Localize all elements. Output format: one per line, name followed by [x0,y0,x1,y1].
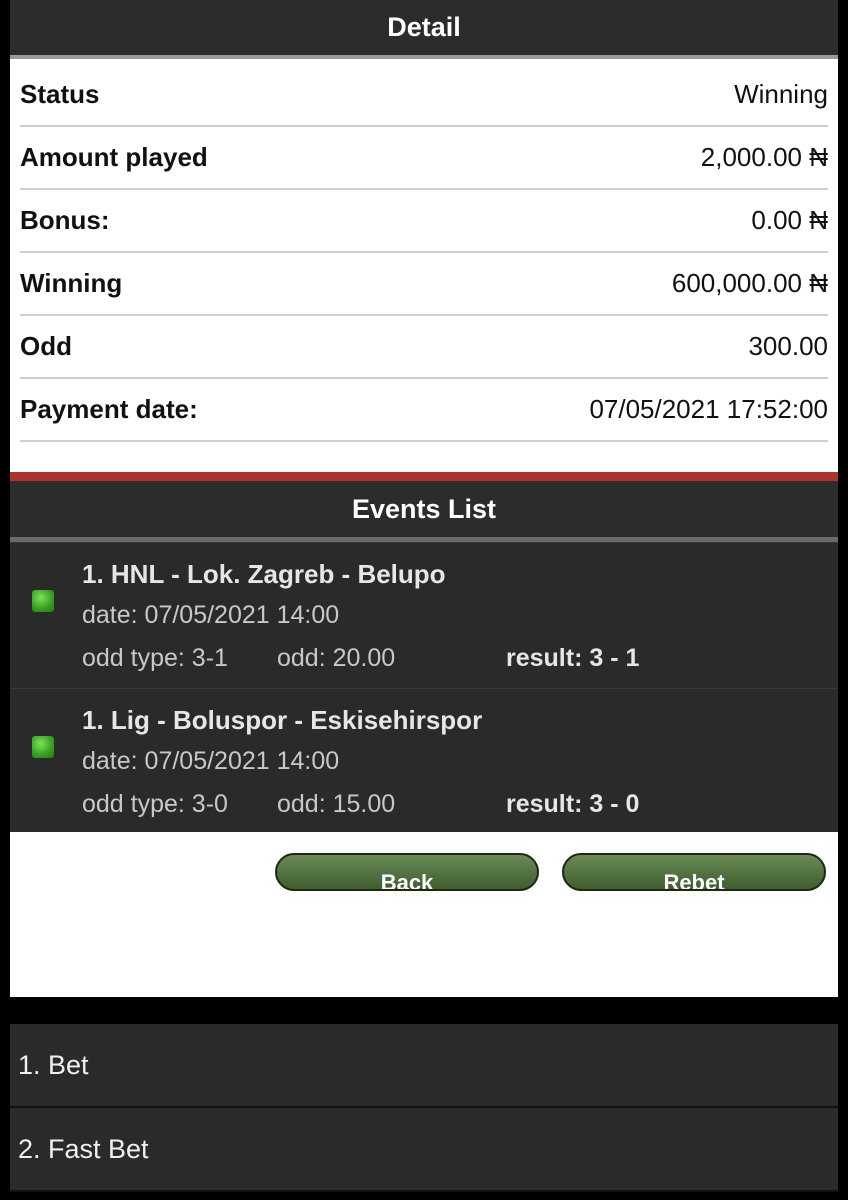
detail-value: 0.00 ₦ [751,205,828,235]
event-result: result: 3 - 0 [506,790,640,818]
detail-value: Winning [734,79,828,109]
detail-label: Amount played [20,142,208,172]
event-result: result: 3 - 1 [506,644,640,672]
detail-row-bonus: Bonus: 0.00 ₦ [20,190,828,253]
detail-value: 2,000.00 ₦ [700,142,828,172]
detail-row-winning: Winning 600,000.00 ₦ [20,253,828,316]
menu-item-bet[interactable]: 1. Bet [10,1024,838,1108]
green-square-icon [32,590,54,612]
detail-row-odd: Odd 300.00 [20,316,828,379]
detail-label: Status [20,79,100,109]
detail-label: Payment date: [20,394,198,424]
event-item[interactable]: 1. HNL - Lok. Zagreb - Belupo date: 07/0… [10,542,838,688]
detail-value: 300.00 [748,331,828,361]
event-odd-type: odd type: 3-1 [82,644,228,672]
event-odd: odd: 15.00 [277,790,396,818]
event-date: date: 07/05/2021 14:00 [82,747,340,775]
events-header: Events List [10,481,838,537]
content-frame: Detail Status Winning Amount played 2,00… [10,0,838,997]
detail-row-amount-played: Amount played 2,000.00 ₦ [20,127,828,190]
detail-list: Status Winning Amount played 2,000.00 ₦ … [20,64,828,442]
rebet-button[interactable]: Rebet [562,853,826,891]
event-title: 1. Lig - Boluspor - Eskisehirspor [82,705,483,735]
detail-header: Detail [10,0,838,55]
green-square-icon [32,736,54,758]
event-date: date: 07/05/2021 14:00 [82,601,340,629]
detail-value: 600,000.00 ₦ [671,268,828,298]
event-odd: odd: 20.00 [277,644,396,672]
event-odd-type: odd type: 3-0 [82,790,228,818]
back-button[interactable]: Back [275,853,539,891]
event-item[interactable]: 1. Lig - Boluspor - Eskisehirspor date: … [10,688,838,834]
event-title: 1. HNL - Lok. Zagreb - Belupo [82,559,446,589]
detail-header-divider [10,55,838,59]
detail-label: Bonus: [20,205,110,235]
detail-label: Winning [20,268,123,298]
detail-value: 07/05/2021 17:52:00 [589,394,828,424]
events-list: 1. HNL - Lok. Zagreb - Belupo date: 07/0… [10,542,838,832]
menu-item-fast-bet[interactable]: 2. Fast Bet [10,1108,838,1192]
bottom-menu: 1. Bet 2. Fast Bet [10,1024,838,1192]
page: Detail Status Winning Amount played 2,00… [0,0,848,1200]
events-accent-bar [10,472,838,481]
detail-row-payment-date: Payment date: 07/05/2021 17:52:00 [20,379,828,442]
detail-label: Odd [20,331,72,361]
detail-row-status: Status Winning [20,64,828,127]
